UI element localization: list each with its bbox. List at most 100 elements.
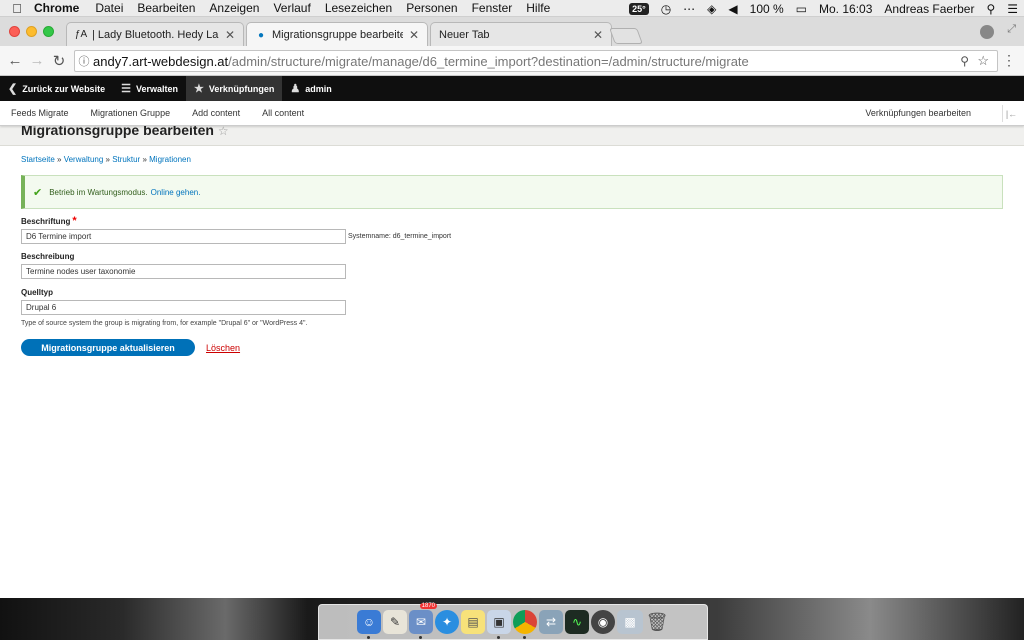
filezilla-icon[interactable]: ⇄ <box>539 610 563 634</box>
breadcrumb-startseite[interactable]: Startseite <box>21 155 55 164</box>
fullscreen-icon[interactable]: ⤢ <box>1007 23 1016 36</box>
online-gehen-link[interactable]: Online gehen. <box>151 188 201 197</box>
update-group-button[interactable]: Migrationsgruppe aktualisieren <box>21 339 195 356</box>
minimize-window-button[interactable] <box>26 26 37 37</box>
forward-arrow-icon[interactable]: → <box>26 52 48 69</box>
shortcut-feeds-migrate[interactable]: Feeds Migrate <box>0 108 80 118</box>
machine-name: Systemname: d6_termine_import <box>348 233 452 240</box>
shortcuts-tray: Feeds Migrate Migrationen Gruppe Add con… <box>0 101 1024 126</box>
running-dot <box>523 636 526 639</box>
folder-icon[interactable]: ▩ <box>617 610 643 634</box>
spotlight-icon[interactable]: ⚲ <box>986 2 995 16</box>
user-name[interactable]: Andreas Faerber <box>884 2 974 16</box>
label-input[interactable] <box>21 229 346 244</box>
finder-icon[interactable]: ☺ <box>357 610 381 639</box>
tab-strip: ƒA | Lady Bluetooth. Hedy Lamar ✕ ● Migr… <box>0 17 1024 47</box>
app-icon[interactable]: ◉ <box>591 610 615 634</box>
collapse-tray-icon[interactable]: |← <box>1002 105 1020 122</box>
running-dot <box>419 636 422 639</box>
back-arrow-icon[interactable]: ← <box>4 52 26 69</box>
bluetooth-icon[interactable]: ⋯ <box>683 2 695 16</box>
profile-icon[interactable] <box>980 25 994 39</box>
menu-personen[interactable]: Personen <box>406 1 457 15</box>
status-message: ✔ Betrieb im Wartungsmodus. Online gehen… <box>21 175 1003 209</box>
dock: ☺ ✎ ✉ 1870 ✦ ▤ ▣ ⇄ ∿ ◉ ▩ 🗑 <box>318 603 708 640</box>
url-host: andy7.art-webdesign.at <box>93 53 229 69</box>
wifi-icon[interactable]: ◈ <box>707 2 716 16</box>
shortcuts-label: Verknüpfungen <box>208 83 275 94</box>
add-shortcut-star-icon[interactable]: ☆ <box>218 124 229 138</box>
macos-menubar:  Chrome Datei Bearbeiten Anzeigen Verla… <box>0 0 1024 17</box>
tab-lady-bluetooth[interactable]: ƒA | Lady Bluetooth. Hedy Lamar ✕ <box>66 22 244 46</box>
clock[interactable]: Mo. 16:03 <box>819 2 872 16</box>
volume-icon[interactable]: ◀ <box>728 2 737 16</box>
notes-icon[interactable]: ▤ <box>461 610 485 634</box>
close-window-button[interactable] <box>9 26 20 37</box>
menu-lesezeichen[interactable]: Lesezeichen <box>325 1 392 15</box>
breadcrumb-verwaltung[interactable]: Verwaltung <box>64 155 104 164</box>
breadcrumb-migrationen[interactable]: Migrationen <box>149 155 191 164</box>
close-tab-icon[interactable]: ✕ <box>409 28 419 42</box>
chrome-icon[interactable] <box>513 610 537 639</box>
source-type-input[interactable] <box>21 300 346 315</box>
notification-center-icon[interactable]: ☰ <box>1007 2 1018 16</box>
info-icon[interactable]: ⓘ <box>75 53 93 69</box>
breadcrumb-struktur[interactable]: Struktur <box>112 155 140 164</box>
shortcuts-tab[interactable]: ★ Verknüpfungen <box>185 76 283 101</box>
user-tab[interactable]: ♟ admin <box>282 76 339 101</box>
person-icon: ♟ <box>290 83 301 95</box>
star-icon: ★ <box>193 83 204 95</box>
window-controls <box>9 26 54 37</box>
textedit-icon[interactable]: ✎ <box>383 610 407 634</box>
running-dot <box>497 636 500 639</box>
menu-bearbeiten[interactable]: Bearbeiten <box>137 1 195 15</box>
drupal-admin-toolbar: ❮ Zurück zur Website ☰ Verwalten ★ Verkn… <box>0 76 1024 101</box>
menu-hilfe[interactable]: Hilfe <box>526 1 550 15</box>
close-tab-icon[interactable]: ✕ <box>593 28 603 42</box>
new-tab-button[interactable] <box>609 28 643 44</box>
source-type-field-title: Quelltyp <box>21 288 54 297</box>
activity-monitor-icon[interactable]: ∿ <box>565 610 589 634</box>
hamburger-icon: ☰ <box>121 83 131 95</box>
bookmark-star-icon[interactable]: ☆ <box>977 53 989 69</box>
menubar-status-area: 25° ◷ ⋯ ◈ ◀ 100 % ▭ Mo. 16:03 Andreas Fa… <box>629 0 1018 17</box>
temperature-badge[interactable]: 25° <box>629 2 649 15</box>
apple-icon[interactable]:  <box>0 1 34 16</box>
search-icon[interactable]: ⚲ <box>960 54 969 68</box>
menu-fenster[interactable]: Fenster <box>472 1 513 15</box>
chrome-menu-icon[interactable]: ⋮ <box>1002 52 1016 69</box>
back-to-site-link[interactable]: ❮ Zurück zur Website <box>0 76 113 101</box>
safari-icon[interactable]: ✦ <box>435 610 459 634</box>
manage-tab[interactable]: ☰ Verwalten <box>113 76 186 101</box>
shortcut-all-content[interactable]: All content <box>251 108 315 118</box>
menubar-app-name[interactable]: Chrome <box>34 1 79 15</box>
reload-icon[interactable]: ↻ <box>48 52 70 70</box>
battery-status[interactable]: 100 % <box>750 2 784 16</box>
menu-datei[interactable]: Datei <box>95 1 123 15</box>
check-icon: ✔ <box>33 186 43 199</box>
address-bar[interactable]: ⓘ andy7.art-webdesign.at /admin/structur… <box>74 50 998 72</box>
shortcut-migrationen-gruppe[interactable]: Migrationen Gruppe <box>80 108 182 118</box>
tab-migrationsgruppe[interactable]: ● Migrationsgruppe bearbeiten ✕ <box>246 22 428 47</box>
tab-neuer-tab[interactable]: Neuer Tab ✕ <box>430 22 612 46</box>
required-marker: * <box>72 215 77 227</box>
running-dot <box>367 636 370 639</box>
zoom-window-button[interactable] <box>43 26 54 37</box>
back-to-site-label: Zurück zur Website <box>22 83 106 94</box>
mail-icon[interactable]: ✉ 1870 <box>409 603 437 639</box>
menu-anzeigen[interactable]: Anzeigen <box>209 1 259 15</box>
menu-verlauf[interactable]: Verlauf <box>273 1 310 15</box>
label-field-title: Beschriftung * <box>21 215 77 227</box>
tab-title: Neuer Tab <box>439 28 490 41</box>
shortcut-add-content[interactable]: Add content <box>181 108 251 118</box>
drupal-icon: ● <box>257 29 265 41</box>
delete-link[interactable]: Löschen <box>206 343 240 353</box>
manage-label: Verwalten <box>135 83 178 94</box>
trash-icon[interactable]: 🗑 <box>645 610 669 634</box>
description-input[interactable] <box>21 264 346 279</box>
close-tab-icon[interactable]: ✕ <box>225 28 235 42</box>
preview-icon[interactable]: ▣ <box>487 610 511 639</box>
time-machine-icon[interactable]: ◷ <box>661 2 671 16</box>
edit-shortcuts-link[interactable]: Verknüpfungen bearbeiten <box>865 108 971 118</box>
battery-icon[interactable]: ▭ <box>796 2 807 16</box>
